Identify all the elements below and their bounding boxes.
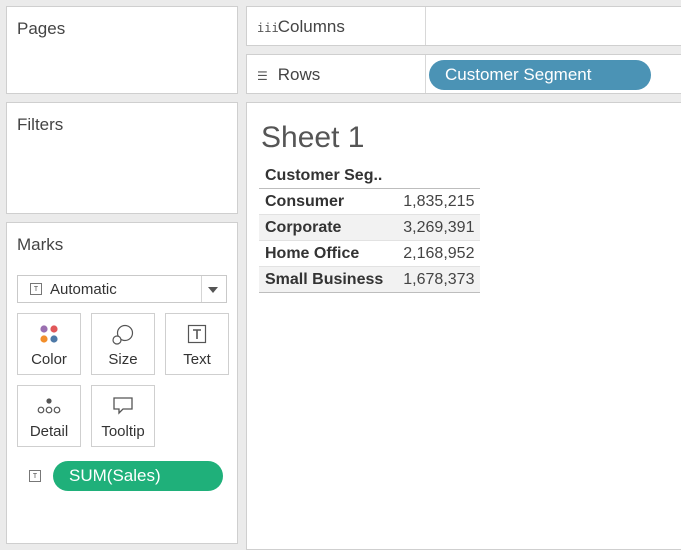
mark-type-dropdown[interactable]: T Automatic (17, 275, 227, 303)
columns-icon: iii (257, 21, 279, 35)
detail-button[interactable]: Detail (17, 385, 81, 447)
text-table: Customer Seg.. Consumer 1,835,215 Corpor… (259, 163, 481, 293)
shelf-divider (425, 7, 426, 45)
tooltip-label: Tooltip (101, 423, 145, 440)
tooltip-button[interactable]: Tooltip (91, 385, 155, 447)
pages-title: Pages (17, 19, 66, 38)
value-cell[interactable]: 2,168,952 (389, 240, 481, 267)
text-label: Text (183, 351, 211, 368)
value-cell[interactable]: 1,678,373 (389, 266, 481, 293)
columns-shelf[interactable]: iii Columns (246, 6, 681, 46)
table-header-row: Customer Seg.. (259, 163, 481, 189)
size-label: Size (108, 351, 138, 368)
sheet-title[interactable]: Sheet 1 (261, 121, 364, 155)
columns-shelf-label: iii Columns (257, 17, 345, 37)
filters-title: Filters (17, 115, 64, 134)
table-row[interactable]: Consumer 1,835,215 (259, 188, 481, 215)
detail-label: Detail (29, 423, 69, 440)
rows-shelf[interactable]: ☰ Rows Customer Segment (246, 54, 681, 94)
column-header[interactable]: Customer Seg.. (259, 163, 390, 189)
size-button[interactable]: Size (91, 313, 155, 375)
filters-panel[interactable]: Filters (6, 102, 238, 214)
value-cell[interactable]: 1,835,215 (389, 188, 481, 215)
size-circles-icon (111, 324, 135, 351)
text-mark-icon[interactable]: T (29, 470, 41, 482)
chevron-down-icon[interactable] (208, 287, 218, 293)
sheet-canvas[interactable]: Sheet 1 Customer Seg.. Consumer 1,835,21… (246, 102, 681, 550)
mark-type-value: Automatic (50, 280, 117, 298)
rows-icon: ☰ (257, 69, 268, 83)
value-cell[interactable]: 3,269,391 (389, 214, 481, 241)
tooltip-bubble-icon (112, 396, 134, 421)
color-dots-icon (39, 324, 59, 349)
customer-segment-pill[interactable]: Customer Segment (429, 60, 651, 90)
table-row[interactable]: Home Office 2,168,952 (259, 240, 481, 267)
segment-cell[interactable]: Small Business (259, 266, 390, 293)
marks-title: Marks (17, 235, 64, 254)
detail-dots-icon (36, 396, 62, 421)
segment-cell[interactable]: Corporate (259, 214, 390, 241)
sum-sales-pill[interactable]: SUM(Sales) (53, 461, 223, 491)
rows-label: Rows (277, 65, 321, 84)
text-button[interactable]: Text (165, 313, 229, 375)
pages-panel[interactable]: Pages (6, 6, 238, 94)
rows-shelf-label: ☰ Rows (257, 65, 320, 85)
value-header (389, 163, 481, 189)
color-button[interactable]: Color (17, 313, 81, 375)
segment-cell[interactable]: Consumer (259, 188, 390, 215)
shelf-divider (425, 55, 426, 93)
columns-label: Columns (277, 17, 345, 36)
table-row[interactable]: Small Business 1,678,373 (259, 266, 481, 293)
marks-panel: Marks T Automatic Color Size Text Detail… (6, 222, 238, 544)
dropdown-divider (201, 276, 202, 302)
color-label: Color (31, 351, 67, 368)
segment-cell[interactable]: Home Office (259, 240, 390, 267)
text-mark-icon: T (30, 283, 42, 295)
text-t-icon (187, 324, 207, 349)
table-row[interactable]: Corporate 3,269,391 (259, 214, 481, 241)
